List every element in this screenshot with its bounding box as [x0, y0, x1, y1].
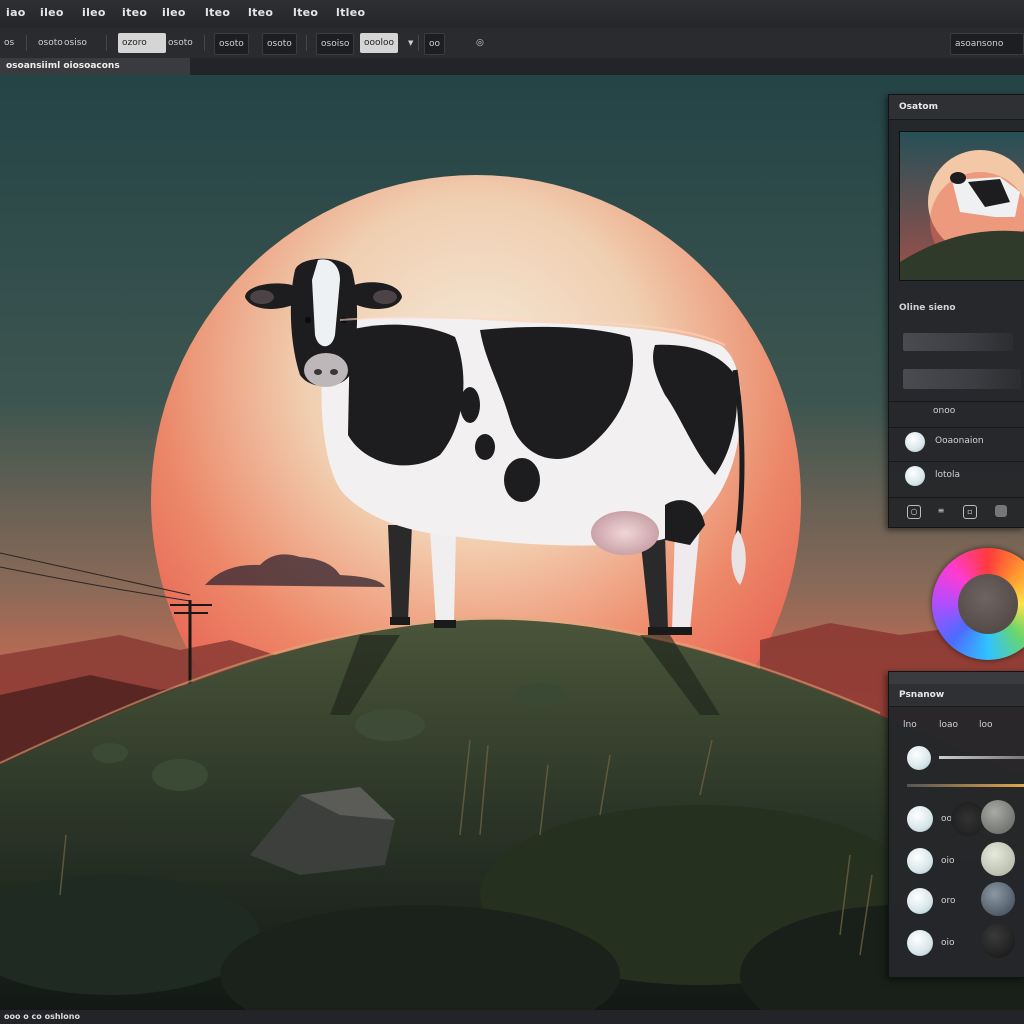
tool-option-field[interactable]: ozoro — [118, 33, 166, 53]
swatch-color[interactable] — [907, 930, 933, 956]
menu-bar: iao ileo ileo iteo ileo lteo lteo lteo l… — [0, 0, 1024, 29]
circle-icon[interactable]: ◎ — [472, 33, 488, 53]
menu-item[interactable]: iteo — [122, 6, 147, 19]
panel-title: Psnanow — [889, 684, 1024, 707]
layer-actions: ○ ≡ ▫ — [889, 497, 1024, 524]
swatch-color[interactable] — [907, 806, 933, 832]
layer-name: Ooaonaion — [935, 436, 984, 446]
swatch-tab[interactable]: loao — [939, 720, 958, 730]
divider — [418, 35, 419, 51]
menu-icon[interactable]: ≡ — [935, 505, 947, 517]
eye-icon[interactable] — [905, 432, 925, 452]
tool-option-field[interactable]: osoto — [214, 33, 249, 55]
tool-option[interactable]: os — [0, 33, 18, 53]
swatch-color[interactable] — [981, 924, 1015, 958]
menu-item[interactable]: lteo — [205, 6, 230, 19]
status-text: ooo o co oshlono — [4, 1012, 80, 1021]
swatch-slider[interactable] — [939, 756, 1024, 759]
opacity-slider[interactable] — [903, 369, 1021, 389]
navigator-label: Oline sieno — [899, 303, 956, 313]
panel-grip[interactable] — [889, 672, 1024, 684]
divider — [907, 784, 1024, 787]
swatch-tabs: lno loao loo — [889, 720, 1024, 734]
status-bar: ooo o co oshlono — [0, 1010, 1024, 1024]
menu-item[interactable]: ltleo — [336, 6, 365, 19]
layer-name: lotola — [935, 470, 961, 480]
swatch-tab[interactable]: lno — [903, 720, 917, 730]
swatch-color[interactable] — [907, 888, 933, 914]
color-wheel-center[interactable] — [958, 574, 1018, 634]
artwork — [0, 75, 1024, 1010]
navigator-panel: Osatom Oline sieno onoo Ooaonaion lotola — [888, 94, 1024, 528]
tool-option[interactable]: osoto — [164, 33, 197, 53]
workspace-button[interactable]: asoansono — [950, 33, 1024, 55]
divider — [106, 35, 107, 51]
menu-item[interactable]: lteo — [293, 6, 318, 19]
swatch-color[interactable] — [951, 802, 985, 836]
menu-item[interactable]: ileo — [82, 6, 106, 19]
layer-row[interactable]: Ooaonaion — [889, 427, 1024, 458]
swatch-color[interactable] — [981, 882, 1015, 916]
swatch-color[interactable] — [907, 746, 931, 770]
tool-option[interactable]: osiso — [60, 33, 91, 53]
menu-item[interactable]: lteo — [248, 6, 273, 19]
document-tab-bar: osoansiiml oiosoacons — [0, 58, 1024, 75]
menu-item[interactable]: iao — [6, 6, 26, 19]
layer-row[interactable]: onoo — [889, 401, 1024, 422]
options-bar: os osoto osiso ozoro osoto osoto osoto o… — [0, 28, 1024, 59]
eye-icon[interactable] — [905, 466, 925, 486]
menu-item[interactable]: ileo — [40, 6, 64, 19]
swatch-label: oro — [941, 896, 956, 906]
layer-row[interactable]: lotola — [889, 461, 1024, 492]
menu-item[interactable]: ileo — [162, 6, 186, 19]
divider — [204, 35, 205, 51]
panel-title: Osatom — [889, 95, 1024, 120]
swatch-color[interactable] — [907, 848, 933, 874]
lock-icon[interactable]: ▫ — [963, 505, 977, 519]
tool-option-field[interactable]: oo — [424, 33, 446, 55]
navigator-thumbnail[interactable] — [899, 131, 1024, 281]
layer-name: onoo — [933, 406, 956, 416]
tool-option-field[interactable]: osoto — [262, 33, 297, 55]
divider — [26, 35, 27, 51]
swatch-color[interactable] — [981, 842, 1015, 876]
image-canvas[interactable] — [0, 75, 1024, 1010]
zoom-slider[interactable] — [903, 333, 1013, 351]
tool-option-field[interactable]: oooloo — [360, 33, 399, 53]
trash-icon[interactable] — [995, 505, 1007, 517]
tool-option-field[interactable]: osoiso — [316, 33, 355, 55]
circle-icon[interactable]: ○ — [907, 505, 921, 519]
swatch-tab[interactable]: loo — [979, 720, 993, 730]
chevron-down-icon[interactable]: ▼ — [404, 33, 417, 53]
swatches-panel: Psnanow lno loao loo oo oio oro oio — [888, 671, 1024, 978]
document-tab[interactable]: osoansiiml oiosoacons — [0, 58, 190, 75]
swatch-label: oio — [941, 856, 955, 866]
swatch-label: oio — [941, 938, 955, 948]
swatch-color[interactable] — [981, 800, 1015, 834]
divider — [306, 35, 307, 51]
